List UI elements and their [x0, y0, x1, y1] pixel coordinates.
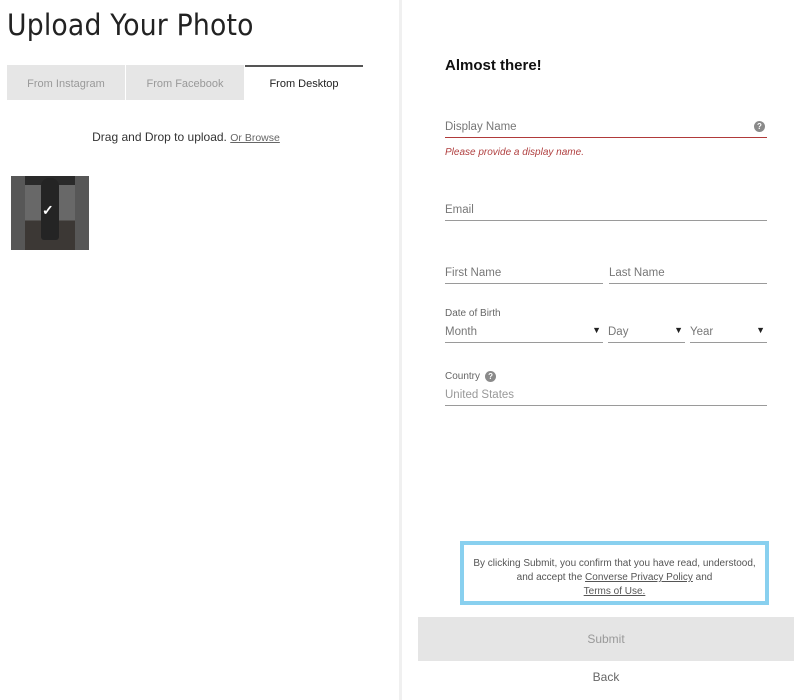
- tab-from-desktop[interactable]: From Desktop: [245, 65, 363, 100]
- last-name-field[interactable]: Last Name: [609, 262, 767, 284]
- help-icon[interactable]: ?: [754, 121, 765, 132]
- display-name-placeholder: Display Name: [445, 120, 517, 133]
- country-label: Country: [445, 371, 481, 382]
- tab-from-facebook[interactable]: From Facebook: [126, 65, 244, 100]
- help-icon[interactable]: ?: [485, 371, 497, 382]
- form-title: Almost there!: [445, 57, 542, 74]
- chevron-down-icon: ▼: [674, 325, 683, 335]
- drop-instructions: Drag and Drop to upload.: [92, 130, 227, 144]
- upload-source-tabs: From Instagram From Facebook From Deskto…: [7, 65, 363, 100]
- country-field[interactable]: United States: [445, 384, 767, 406]
- dob-label: Date of Birth: [445, 308, 501, 319]
- privacy-policy-link[interactable]: Converse Privacy Policy: [585, 572, 693, 583]
- checkmark-icon: ✓: [42, 202, 54, 218]
- email-placeholder: Email: [445, 203, 474, 216]
- day-select[interactable]: Day ▼: [608, 321, 685, 343]
- first-name-field[interactable]: First Name: [445, 262, 603, 284]
- tab-from-instagram[interactable]: From Instagram: [7, 65, 125, 100]
- consent-notice: By clicking Submit, you confirm that you…: [460, 541, 769, 605]
- upload-panel: Upload Your Photo From Instagram From Fa…: [0, 0, 399, 700]
- chevron-down-icon: ▼: [592, 325, 601, 335]
- drop-zone[interactable]: Drag and Drop to upload. Or Browse: [0, 130, 372, 144]
- year-select[interactable]: Year ▼: [690, 321, 767, 343]
- upload-title: Upload Your Photo: [7, 8, 254, 42]
- chevron-down-icon: ▼: [756, 325, 765, 335]
- browse-link[interactable]: Or Browse: [230, 132, 280, 144]
- photo-thumbnail[interactable]: ✓: [11, 176, 89, 250]
- last-name-placeholder: Last Name: [609, 266, 665, 279]
- month-value: Month: [445, 325, 477, 338]
- display-name-field[interactable]: Display Name ?: [445, 116, 767, 138]
- country-value: United States: [445, 388, 515, 401]
- country-label-row: Country ?: [445, 371, 497, 382]
- display-name-error: Please provide a display name.: [445, 147, 584, 158]
- year-value: Year: [690, 325, 714, 338]
- submit-button[interactable]: Submit: [418, 617, 794, 661]
- terms-of-use-link[interactable]: Terms of Use.: [584, 586, 646, 597]
- month-select[interactable]: Month ▼: [445, 321, 603, 343]
- first-name-placeholder: First Name: [445, 266, 502, 279]
- email-field[interactable]: Email: [445, 199, 767, 221]
- back-button[interactable]: Back: [418, 670, 794, 690]
- consent-and: and: [692, 572, 713, 583]
- registration-panel: Almost there! Display Name ? Please prov…: [402, 0, 800, 700]
- day-value: Day: [608, 325, 629, 338]
